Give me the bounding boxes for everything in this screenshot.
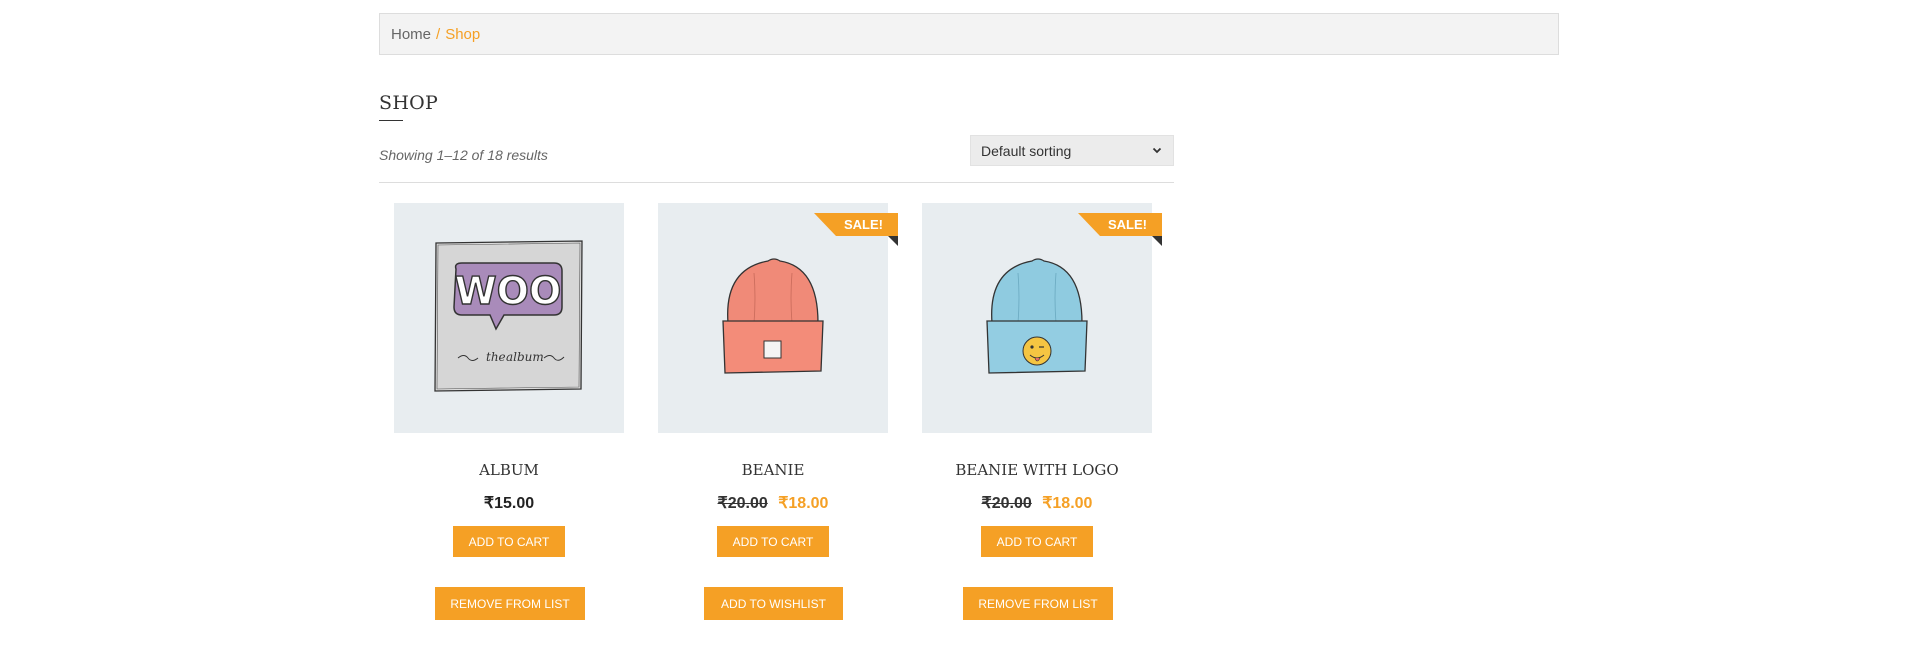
album-logo-text: WOO	[455, 269, 562, 313]
remove-from-list-button[interactable]: REMOVE FROM LIST	[435, 587, 585, 620]
page-title: SHOP	[379, 92, 439, 114]
album-caption-left: the	[486, 350, 506, 364]
product-price-old: ₹20.00	[981, 495, 1032, 512]
sorting-select-value: Default sorting	[981, 142, 1072, 159]
blue-beanie-with-logo-image	[986, 258, 1088, 374]
product-price: ₹15.00	[394, 493, 624, 513]
pink-beanie-image	[722, 258, 824, 374]
chevron-down-icon	[1152, 147, 1162, 154]
result-count: Showing 1–12 of 18 results	[379, 147, 548, 163]
product-image-beanie-with-logo[interactable]: SALE!	[922, 203, 1162, 433]
product-price: ₹20.00 ₹18.00	[922, 493, 1152, 513]
add-to-wishlist-button[interactable]: ADD TO WISHLIST	[704, 587, 843, 620]
product-name[interactable]: ALBUM	[394, 461, 624, 479]
product-image-album[interactable]: WOO the album	[394, 203, 624, 433]
breadcrumb-separator: /	[436, 25, 441, 43]
shop-page: Home / Shop SHOP Showing 1–12 of 18 resu…	[0, 0, 1920, 661]
woo-album-image: WOO the album	[434, 240, 583, 392]
add-to-cart-button[interactable]: ADD TO CART	[981, 526, 1093, 557]
sale-badge-fold	[888, 236, 898, 246]
product-price-regular: ₹15.00	[483, 495, 535, 512]
product-image-beanie[interactable]: SALE!	[658, 203, 898, 433]
add-to-cart-button[interactable]: ADD TO CART	[717, 526, 829, 557]
product-price-old: ₹20.00	[717, 495, 768, 512]
product-name[interactable]: BEANIE	[658, 461, 888, 479]
breadcrumb: Home / Shop	[379, 13, 1559, 55]
breadcrumb-home-link[interactable]: Home	[391, 26, 431, 43]
album-caption-right: album	[506, 350, 544, 364]
breadcrumb-current: Shop	[445, 25, 481, 43]
sorting-select[interactable]: Default sorting	[970, 135, 1174, 166]
add-to-cart-button[interactable]: ADD TO CART	[453, 526, 565, 557]
product-price: ₹20.00 ₹18.00	[658, 493, 888, 513]
sale-badge-fold	[1152, 236, 1162, 246]
product-price-sale: ₹18.00	[778, 495, 829, 512]
divider	[379, 182, 1174, 183]
product-name[interactable]: BEANIE WITH LOGO	[922, 461, 1152, 479]
title-underline	[379, 120, 403, 121]
product-price-sale: ₹18.00	[1042, 495, 1093, 512]
remove-from-list-button[interactable]: REMOVE FROM LIST	[963, 587, 1113, 620]
